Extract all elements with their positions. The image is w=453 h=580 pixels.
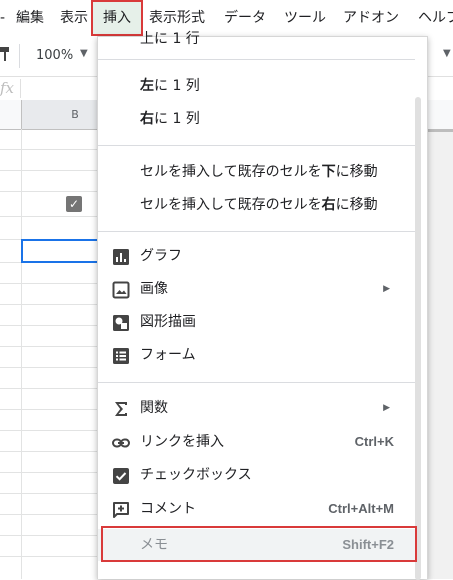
fx-icon: fx [0, 79, 15, 97]
menu-item-function[interactable]: 関数 ▶ [98, 392, 415, 424]
menu-item-label: 右に 1 列 [140, 111, 200, 127]
menu-item-insert-cells-shift-down[interactable]: セルを挿入して既存のセルを下に移動 [98, 156, 415, 188]
menu-item-insert-col-left[interactable]: 左に 1 列 [98, 70, 415, 102]
grid-right-area [427, 129, 453, 579]
menu-item-tools[interactable]: ツール [284, 0, 326, 36]
grid-line [21, 129, 22, 579]
menu-scrollbar[interactable] [415, 97, 421, 580]
comment-add-icon [112, 501, 130, 519]
menu-item-label: 画像 [140, 281, 168, 297]
menu-item-label: リンクを挿入 [140, 434, 224, 450]
menu-bar: - 編集 表示 挿入 表示形式 データ ツール アドオン ヘルプ [0, 0, 453, 36]
menu-item-insert-link[interactable]: リンクを挿入 Ctrl+K [98, 426, 415, 458]
menu-divider [98, 231, 415, 232]
insert-menu: 上に 1 行 左に 1 列 右に 1 列 セルを挿入して既存のセルを下に移動 セ… [97, 31, 428, 580]
menu-item-insert-col-right[interactable]: 右に 1 列 [98, 103, 415, 135]
toolbar-divider [19, 44, 20, 68]
menu-divider [98, 145, 415, 146]
formula-bar-divider [20, 79, 21, 98]
sigma-icon [112, 400, 130, 418]
submenu-arrow-icon: ▶ [383, 284, 390, 294]
more-caret-icon[interactable]: ▼ [443, 48, 451, 59]
chart-icon [112, 248, 130, 266]
column-separator[interactable] [21, 100, 22, 129]
submenu-arrow-icon: ▶ [383, 403, 390, 413]
menu-item-label: 左に 1 列 [140, 78, 200, 94]
menu-item-label: チェックボックス [140, 467, 252, 483]
image-icon [112, 281, 130, 299]
menu-item-form[interactable]: フォーム [98, 339, 415, 371]
menu-item-label: 図形描画 [140, 314, 196, 330]
menu-item-view[interactable]: 表示 [60, 0, 88, 36]
checkbox-icon [112, 467, 130, 485]
menu-item-label: セルを挿入して既存のセルを右に移動 [140, 197, 378, 213]
drawing-icon [112, 314, 130, 332]
highlight-frame [101, 526, 417, 562]
menu-item-edit[interactable]: 編集 [16, 0, 44, 36]
cell-checkbox[interactable]: ✓ [66, 196, 82, 212]
grid-right-header [427, 129, 453, 132]
menu-item-label: 関数 [140, 400, 168, 416]
shortcut-label: Ctrl+K [354, 434, 394, 449]
paint-format-icon[interactable] [0, 46, 10, 62]
shortcut-label: Ctrl+Alt+M [328, 501, 394, 516]
form-icon [112, 347, 130, 365]
menu-item-file-partial[interactable]: - [0, 0, 5, 36]
menu-item-chart[interactable]: グラフ [98, 240, 415, 272]
menu-item-checkbox[interactable]: チェックボックス [98, 459, 415, 491]
menu-item-label: フォーム [140, 347, 196, 363]
menu-divider [98, 382, 415, 383]
menu-item-label: セルを挿入して既存のセルを下に移動 [140, 164, 378, 180]
menu-item-help[interactable]: ヘルプ [418, 0, 453, 36]
menu-item-insert[interactable]: 挿入 [91, 0, 143, 36]
zoom-select[interactable]: 100% [36, 48, 73, 63]
menu-item-insert-cells-shift-right[interactable]: セルを挿入して既存のセルを右に移動 [98, 189, 415, 221]
link-icon [112, 434, 130, 452]
menu-item-insert-row-above-partial[interactable]: 上に 1 行 [140, 28, 200, 48]
menu-item-data[interactable]: データ [224, 0, 266, 36]
menu-item-label: コメント [140, 501, 196, 517]
menu-item-label: グラフ [140, 248, 182, 264]
menu-divider [98, 59, 415, 60]
menu-item-drawing[interactable]: 図形描画 [98, 306, 415, 338]
menu-item-comment[interactable]: コメント Ctrl+Alt+M [98, 493, 415, 525]
menu-item-addons[interactable]: アドオン [343, 0, 399, 36]
menu-item-image[interactable]: 画像 ▶ [98, 273, 415, 305]
zoom-caret-icon[interactable]: ▼ [80, 48, 88, 59]
